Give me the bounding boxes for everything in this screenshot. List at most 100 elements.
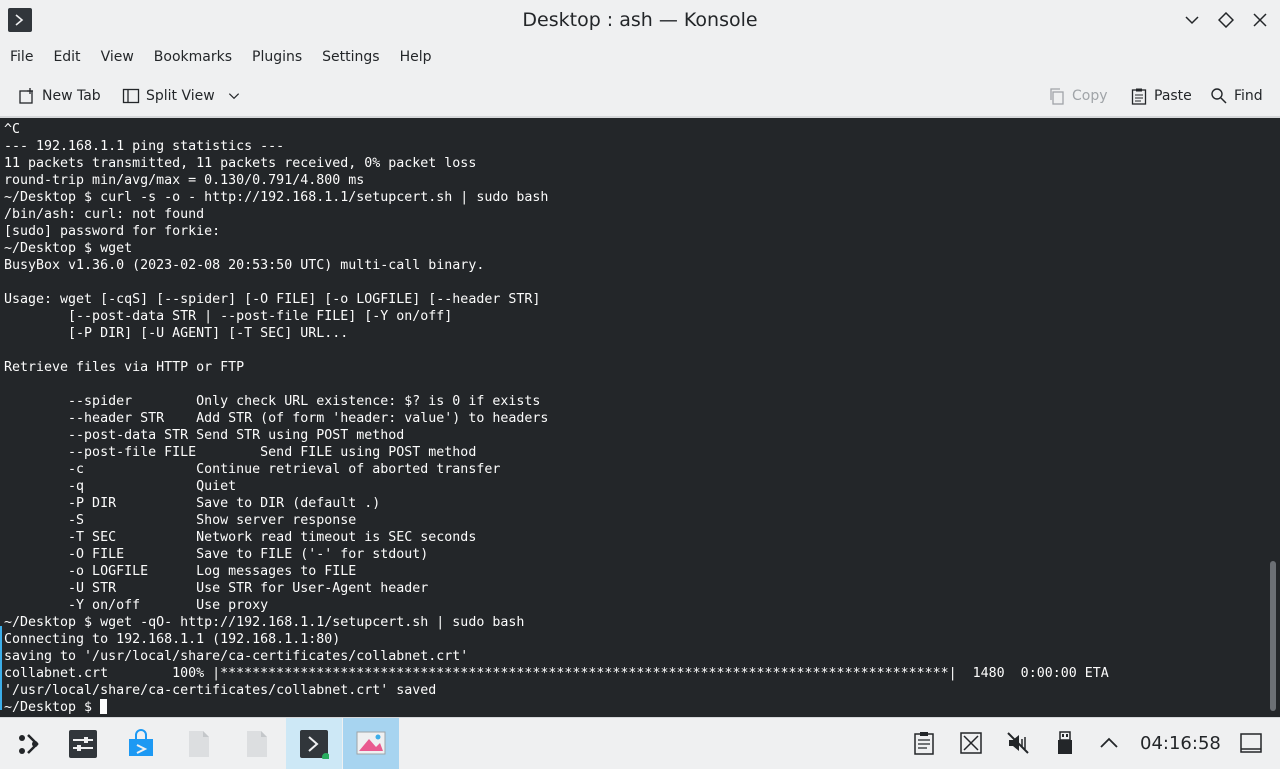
window-titlebar[interactable]: Desktop : ash — Konsole: [0, 0, 1280, 40]
paste-label: Paste: [1154, 88, 1192, 104]
split-view-icon: [122, 88, 140, 104]
terminal-line: [--post-data STR | --post-file FILE] [-Y…: [68, 309, 453, 324]
usb-device-icon: [1058, 731, 1072, 754]
tray-screenshot[interactable]: [956, 728, 986, 758]
terminal-line: round-trip min/avg/max = 0.130/0.791/4.8…: [4, 173, 365, 188]
window-title: Desktop : ash — Konsole: [522, 9, 758, 31]
find-button[interactable]: Find: [1210, 82, 1263, 110]
menu-bar: File Edit View Bookmarks Plugins Setting…: [0, 40, 1280, 74]
split-view-button[interactable]: Split View: [122, 82, 241, 110]
menu-settings[interactable]: Settings: [312, 43, 389, 71]
digital-clock[interactable]: 04:16:58: [1140, 733, 1221, 754]
terminal-line: Usage: wget [-cqS] [--spider] [-O FILE] …: [4, 292, 541, 307]
chevron-up-icon: [1100, 737, 1118, 748]
screenshot-icon: [960, 732, 982, 754]
application-launcher[interactable]: [0, 718, 56, 769]
document-icon: [189, 730, 209, 757]
diamond-icon: [1218, 12, 1234, 28]
terminal-output: ^C --- 192.168.1.1 ping statistics --- 1…: [4, 121, 1109, 716]
task-system-settings[interactable]: [55, 718, 111, 769]
paste-icon: [1131, 88, 1147, 105]
chevron-down-icon: [1185, 16, 1199, 25]
terminal-line: -q Quiet: [68, 479, 237, 494]
tray-volume[interactable]: [1003, 728, 1033, 758]
menu-view[interactable]: View: [91, 43, 144, 71]
terminal-line: --spider Only check URL existence: $? is…: [68, 394, 541, 409]
show-desktop-icon: [1240, 733, 1262, 753]
menu-file[interactable]: File: [0, 43, 43, 71]
find-label: Find: [1234, 88, 1263, 104]
terminal-line: -O FILE Save to FILE ('-' for stdout): [68, 547, 429, 562]
terminal-line: saving to '/usr/local/share/ca-certifica…: [4, 649, 469, 664]
terminal-line: -P DIR Save to DIR (default .): [68, 496, 381, 511]
terminal-line: Retrieve files via HTTP or FTP: [4, 360, 245, 375]
terminal-line: -U STR Use STR for User-Agent header: [68, 581, 429, 596]
terminal-prompt: ~/Desktop $: [4, 700, 101, 715]
terminal-line: /bin/ash: curl: not found: [4, 207, 205, 222]
copy-icon: [1050, 88, 1064, 105]
new-tab-label: New Tab: [42, 88, 101, 104]
menu-help[interactable]: Help: [390, 43, 442, 71]
terminal-line: -c Continue retrieval of aborted transfe…: [68, 462, 501, 477]
konsole-icon: [300, 729, 329, 759]
menu-plugins[interactable]: Plugins: [242, 43, 312, 71]
terminal-cursor: [100, 699, 108, 714]
terminal-line: ~/Desktop $ curl -s -o - http://192.168.…: [4, 190, 549, 205]
plasma-launcher-icon: [19, 733, 39, 754]
document-icon: [247, 730, 267, 757]
menu-bookmarks[interactable]: Bookmarks: [144, 43, 242, 71]
terminal-line: 11 packets transmitted, 11 packets recei…: [4, 156, 477, 171]
terminal-line: '/usr/local/share/ca-certificates/collab…: [4, 683, 437, 698]
terminal-line: collabnet.crt 100% |********************…: [4, 666, 1109, 681]
tray-expand-button[interactable]: [1094, 728, 1124, 758]
paste-button[interactable]: Paste: [1130, 82, 1192, 110]
task-image-viewer[interactable]: [343, 718, 399, 769]
terminal-view[interactable]: ^C --- 192.168.1.1 ping statistics --- 1…: [0, 118, 1280, 717]
scrollbar-thumb[interactable]: [1270, 561, 1276, 711]
show-desktop-button[interactable]: [1236, 728, 1266, 758]
close-button[interactable]: [1250, 10, 1270, 30]
terminal-line: [sudo] password for forkie:: [4, 224, 221, 239]
image-viewer-icon: [356, 731, 386, 754]
tray-clipboard[interactable]: [909, 728, 939, 758]
minimize-button[interactable]: [1182, 10, 1202, 30]
terminal-line: Connecting to 192.168.1.1 (192.168.1.1:8…: [4, 632, 341, 647]
split-view-label: Split View: [146, 88, 215, 104]
discover-store-icon: [129, 728, 153, 756]
terminal-line: [-P DIR] [-U AGENT] [-T SEC] URL...: [68, 326, 349, 341]
terminal-lines: ^C --- 192.168.1.1 ping statistics --- 1…: [4, 122, 1109, 698]
taskbar: 04:16:58: [0, 717, 1280, 769]
chevron-down-icon: [228, 93, 239, 100]
system-settings-icon: [69, 729, 97, 758]
close-icon: [1253, 13, 1267, 27]
task-document-2[interactable]: [229, 718, 285, 769]
terminal-scrollbar[interactable]: [1268, 121, 1276, 715]
terminal-line: --post-file FILE Send FILE using POST me…: [68, 445, 477, 460]
search-icon: [1211, 88, 1227, 104]
terminal-line: BusyBox v1.36.0 (2023-02-08 20:53:50 UTC…: [4, 258, 485, 273]
tray-usb[interactable]: [1050, 728, 1080, 758]
new-tab-icon: [19, 88, 33, 104]
menu-edit[interactable]: Edit: [43, 43, 90, 71]
task-discover[interactable]: [113, 718, 169, 769]
terminal-line: -Y on/off Use proxy: [68, 598, 269, 613]
clipboard-icon: [914, 732, 934, 755]
terminal-line: --- 192.168.1.1 ping statistics ---: [4, 139, 285, 154]
volume-muted-icon: [1007, 732, 1029, 754]
terminal-line: ~/Desktop $ wget -qO- http://192.168.1.1…: [4, 615, 525, 630]
terminal-line: ~/Desktop $ wget: [4, 241, 133, 256]
terminal-line: -T SEC Network read timeout is SEC secon…: [68, 530, 477, 545]
copy-label: Copy: [1072, 88, 1108, 104]
maximize-button[interactable]: [1216, 10, 1236, 30]
terminal-line: ^C: [4, 122, 21, 137]
selection-marker: [0, 626, 2, 710]
copy-button[interactable]: Copy: [1048, 82, 1108, 110]
new-tab-button[interactable]: New Tab: [18, 82, 101, 110]
task-document-1[interactable]: [171, 718, 227, 769]
terminal-line: --header STR Add STR (of form 'header: v…: [68, 411, 549, 426]
terminal-line: -o LOGFILE Log messages to FILE: [68, 564, 357, 579]
task-konsole[interactable]: [286, 718, 342, 769]
terminal-line: --post-data STR Send STR using POST meth…: [68, 428, 405, 443]
terminal-line: -S Show server response: [68, 513, 357, 528]
toolbar: New Tab Split View Copy Paste Find: [0, 76, 1280, 116]
